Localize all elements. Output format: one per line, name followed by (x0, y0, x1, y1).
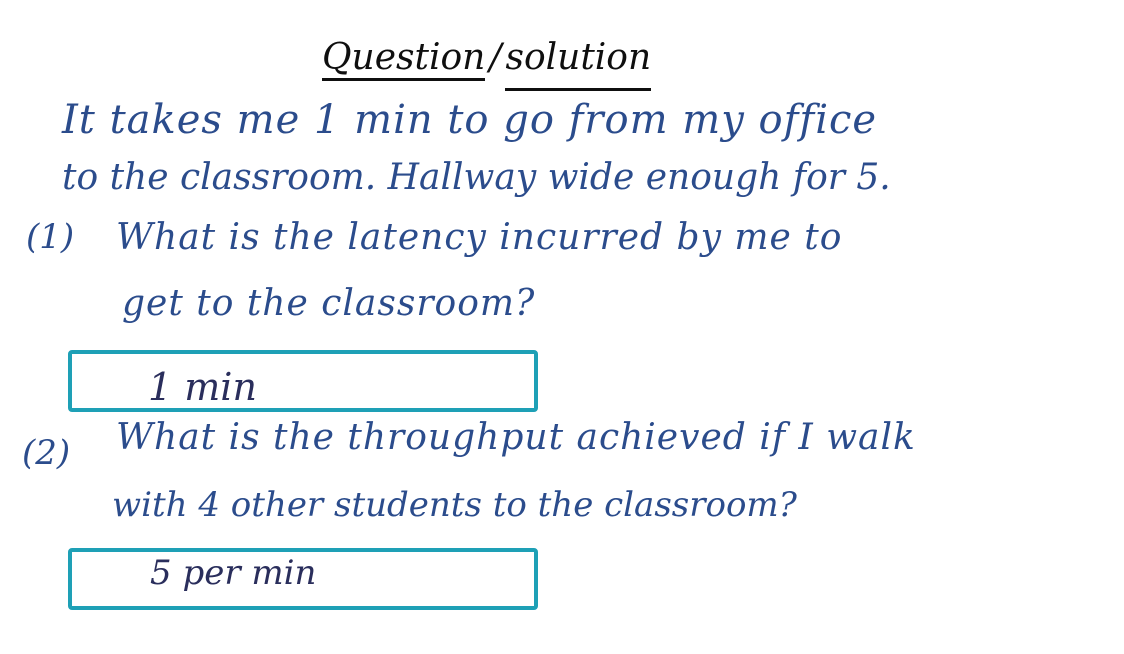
question-1-line-1: What is the latency incurred by me to (116, 217, 843, 258)
question-2-number: (2) (22, 433, 71, 473)
answer-1-text: 1 min (148, 365, 257, 409)
title-solution: solution (505, 40, 652, 91)
intro-line-2: to the classroom. Hallway wide enough fo… (62, 157, 891, 198)
intro-line-1: It takes me 1 min to go from my office (62, 97, 878, 143)
page-title: Question / solution (322, 37, 652, 91)
answer-2-text: 5 per min (150, 553, 317, 593)
answer-1-box (68, 350, 538, 412)
title-separator: / (489, 37, 502, 78)
question-1-line-2: get to the classroom? (122, 283, 536, 324)
question-1-number: (1) (26, 217, 75, 257)
question-2-line-2: with 4 other students to the classroom? (112, 485, 797, 525)
title-question: Question (322, 40, 486, 81)
question-2-line-1: What is the throughput achieved if I wal… (116, 417, 916, 458)
